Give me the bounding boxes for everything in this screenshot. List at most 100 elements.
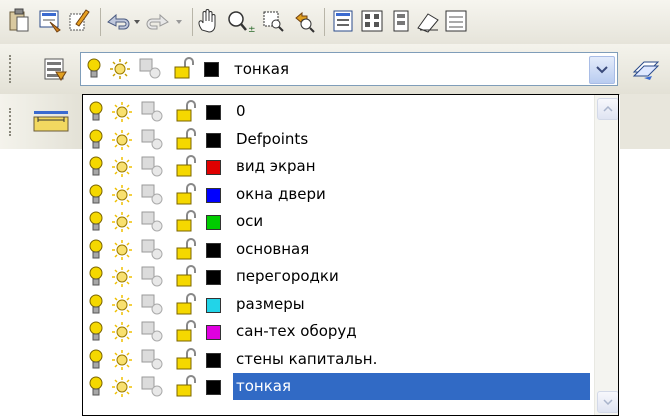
layer-unlocked-icon[interactable]	[175, 100, 199, 124]
chevron-up-icon	[603, 106, 613, 112]
layer-on-bulb-icon[interactable]	[89, 321, 103, 343]
layer-on-bulb-icon[interactable]	[89, 266, 103, 288]
layer-list-item[interactable]: окна двери	[83, 181, 591, 208]
layer-on-bulb-icon[interactable]	[89, 376, 103, 398]
layer-thaw-sun-icon[interactable]	[111, 129, 133, 151]
zoom-realtime-icon[interactable]: ±	[228, 11, 256, 35]
layer-color-swatch[interactable]	[206, 270, 221, 285]
viewport-freeze-icon[interactable]	[141, 101, 165, 123]
markup-icon[interactable]	[445, 10, 467, 32]
layer-unlocked-icon[interactable]	[175, 320, 199, 344]
redo-icon[interactable]	[146, 13, 169, 30]
viewport-freeze-icon[interactable]	[141, 239, 165, 261]
layer-on-bulb-icon[interactable]	[89, 294, 103, 316]
layer-thaw-sun-icon[interactable]	[111, 294, 133, 316]
layer-list-item[interactable]: тонкая	[83, 373, 591, 400]
layer-manager-icon[interactable]	[42, 56, 70, 82]
layer-thaw-sun-icon[interactable]	[111, 376, 133, 398]
layer-color-swatch[interactable]	[206, 105, 221, 120]
layer-unlocked-icon[interactable]	[175, 182, 199, 207]
viewport-freeze-icon[interactable]	[141, 156, 165, 178]
layer-thaw-sun-icon[interactable]	[111, 211, 133, 233]
layer-on-bulb-icon[interactable]	[89, 349, 103, 371]
scroll-down-button[interactable]	[597, 391, 618, 413]
layer-previous-icon[interactable]	[630, 56, 660, 82]
redo-dropdown-icon[interactable]	[176, 20, 182, 24]
zoom-previous-icon[interactable]	[295, 11, 315, 33]
layer-list-item[interactable]: вид экран	[83, 153, 591, 180]
layer-unlocked-icon[interactable]	[175, 237, 199, 262]
properties-icon[interactable]	[333, 10, 353, 32]
layer-unlocked-icon[interactable]	[175, 347, 199, 372]
viewport-freeze-icon[interactable]	[141, 129, 165, 151]
layer-color-swatch[interactable]	[206, 297, 221, 313]
brush-icon[interactable]	[69, 9, 90, 31]
layer-color-swatch[interactable]	[206, 215, 221, 230]
layer-list-item[interactable]: перегородки	[83, 263, 591, 290]
pan-icon[interactable]	[198, 9, 216, 33]
layer-on-bulb-icon[interactable]	[89, 101, 103, 123]
layer-on-bulb-icon[interactable]	[87, 58, 101, 80]
layer-list-item[interactable]: основная	[83, 236, 591, 263]
viewport-freeze-icon[interactable]	[141, 294, 165, 316]
layer-unlocked-icon[interactable]	[175, 127, 199, 152]
layer-thaw-sun-icon[interactable]	[111, 266, 133, 288]
viewport-freeze-icon[interactable]	[141, 211, 165, 233]
layer-unlocked-icon[interactable]	[175, 210, 199, 234]
layer-unlocked-icon[interactable]	[173, 57, 197, 81]
viewport-freeze-icon[interactable]	[141, 184, 165, 206]
sheet-set-icon[interactable]	[417, 13, 439, 33]
layer-unlocked-icon[interactable]	[175, 265, 199, 289]
layer-color-swatch[interactable]	[206, 160, 221, 175]
layer-on-bulb-icon[interactable]	[89, 156, 103, 178]
viewport-freeze-icon[interactable]	[141, 376, 165, 398]
viewport-freeze-icon[interactable]	[141, 266, 165, 288]
tool-palettes-icon[interactable]	[393, 10, 409, 32]
layer-thaw-sun-icon[interactable]	[111, 321, 133, 343]
layer-unlocked-icon[interactable]	[175, 155, 199, 179]
toolbar-grip[interactable]	[9, 108, 15, 136]
layer-color-swatch[interactable]	[206, 325, 221, 340]
undo-dropdown-icon[interactable]	[134, 20, 140, 24]
layer-on-bulb-icon[interactable]	[89, 211, 103, 233]
dimension-style-icon[interactable]	[28, 108, 74, 138]
layer-color-swatch[interactable]	[206, 242, 221, 258]
toolbar-grip[interactable]	[9, 55, 15, 83]
viewport-freeze-icon[interactable]	[139, 58, 163, 80]
layer-color-swatch[interactable]	[204, 62, 219, 77]
layer-thaw-sun-icon[interactable]	[111, 101, 133, 123]
layer-unlocked-icon[interactable]	[175, 292, 199, 317]
layer-thaw-sun-icon[interactable]	[111, 184, 133, 206]
layer-list-item[interactable]: стены капитальн.	[83, 346, 591, 373]
layer-list-item[interactable]: Defpoints	[83, 126, 591, 153]
chevron-down-icon	[603, 399, 613, 405]
scroll-up-button[interactable]	[597, 98, 618, 120]
match-properties-icon[interactable]	[39, 10, 61, 33]
layer-name: основная	[236, 239, 310, 258]
layer-list-item[interactable]: оси	[83, 208, 591, 235]
layer-on-bulb-icon[interactable]	[89, 184, 103, 206]
layer-thaw-sun-icon[interactable]	[111, 349, 133, 371]
layer-thaw-sun-icon[interactable]	[111, 156, 133, 178]
layer-color-swatch[interactable]	[206, 132, 221, 148]
layer-list-item[interactable]: 0	[83, 98, 591, 125]
paste-icon[interactable]	[9, 8, 29, 32]
layer-list-item[interactable]: размеры	[83, 291, 591, 318]
layer-list-item[interactable]: сан-тех оборуд	[83, 318, 591, 345]
layer-color-swatch[interactable]	[206, 187, 221, 203]
design-center-icon[interactable]	[361, 10, 383, 32]
layer-on-bulb-icon[interactable]	[89, 129, 103, 151]
vertical-scrollbar[interactable]	[594, 95, 618, 415]
layer-thaw-sun-icon[interactable]	[111, 239, 133, 261]
viewport-freeze-icon[interactable]	[141, 349, 165, 371]
layer-color-swatch[interactable]	[206, 352, 221, 368]
combo-dropdown-button[interactable]	[589, 56, 615, 84]
layer-unlocked-icon[interactable]	[175, 375, 199, 399]
layer-on-bulb-icon[interactable]	[89, 239, 103, 261]
layer-combobox[interactable]: тонкая	[80, 52, 618, 86]
layer-thaw-sun-icon[interactable]	[109, 58, 131, 80]
undo-icon[interactable]	[107, 13, 130, 30]
zoom-window-icon[interactable]	[263, 11, 284, 32]
layer-color-swatch[interactable]	[206, 380, 221, 395]
viewport-freeze-icon[interactable]	[141, 321, 165, 343]
